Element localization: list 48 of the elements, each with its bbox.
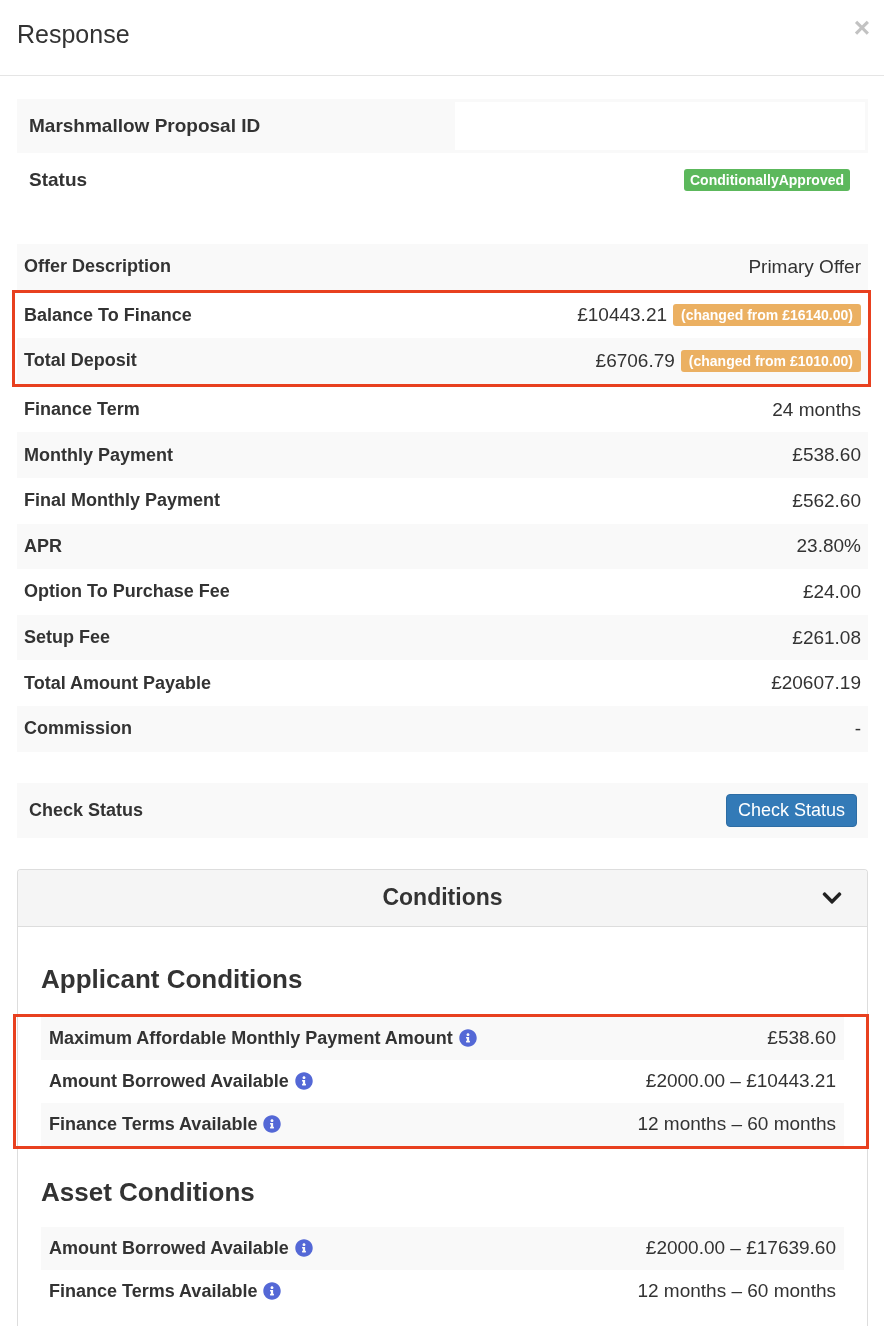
row-label: Status bbox=[28, 168, 89, 192]
row-value: 24 months bbox=[772, 398, 861, 421]
row-label: Total Deposit bbox=[24, 350, 137, 372]
row-label: Monthly Payment bbox=[24, 444, 174, 466]
row-value: £261.08 bbox=[792, 626, 861, 649]
row-label: Commission bbox=[24, 718, 133, 740]
section-title: Asset Conditions bbox=[41, 1176, 256, 1207]
conditions-toggle[interactable]: Conditions bbox=[18, 869, 867, 927]
row-label: Offer Description bbox=[24, 256, 172, 278]
row-value: 23.80% bbox=[796, 535, 861, 558]
row-value: £2000.00 – £17639.60 bbox=[645, 1237, 836, 1260]
row-label: Amount Borrowed Available bbox=[49, 1237, 289, 1259]
row-label: Finance Terms Available bbox=[49, 1280, 258, 1302]
row-label: Check Status bbox=[29, 799, 144, 821]
row-value: £2000.00 – £10443.21 bbox=[645, 1070, 836, 1093]
section-title: Applicant Conditions bbox=[41, 963, 304, 994]
row-label: Total Amount Payable bbox=[24, 672, 212, 694]
changed-badge: (changed from £1010.00) bbox=[680, 350, 861, 372]
row-label: APR bbox=[24, 535, 62, 557]
info-icon[interactable] bbox=[294, 1072, 313, 1091]
changed-badge: (changed from £16140.00) bbox=[673, 304, 861, 327]
row-value: £562.60 bbox=[792, 489, 861, 512]
info-icon[interactable] bbox=[263, 1282, 282, 1301]
dialog-title: Response bbox=[17, 18, 130, 49]
row-value: £6706.79 bbox=[595, 350, 675, 372]
info-icon[interactable] bbox=[294, 1239, 313, 1258]
status-badge: ConditionallyApproved bbox=[684, 169, 850, 191]
row-value: £538.60 bbox=[767, 1027, 836, 1050]
row-label: Balance To Finance bbox=[24, 304, 192, 326]
row-value: £24.00 bbox=[802, 580, 861, 603]
row-label: Option To Purchase Fee bbox=[24, 581, 230, 603]
row-value: £10443.21 bbox=[577, 304, 668, 327]
row-value: Primary Offer bbox=[748, 255, 861, 278]
row-label: Final Monthly Payment bbox=[24, 490, 221, 512]
row-value: - bbox=[854, 717, 861, 740]
row-label: Maximum Affordable Monthly Payment Amount bbox=[49, 1027, 453, 1049]
row-value: 12 months – 60 months bbox=[637, 1113, 836, 1136]
info-icon[interactable] bbox=[458, 1029, 477, 1048]
row-value: £20607.19 bbox=[771, 672, 861, 695]
row-value: 12 months – 60 months bbox=[637, 1280, 836, 1303]
row-label: Finance Term bbox=[24, 399, 140, 421]
row-label: Finance Terms Available bbox=[49, 1113, 258, 1135]
info-icon[interactable] bbox=[263, 1115, 282, 1134]
row-label: Marshmallow Proposal ID bbox=[28, 114, 262, 138]
check-status-button[interactable]: Check Status bbox=[725, 793, 857, 827]
row-label: Amount Borrowed Available bbox=[49, 1070, 289, 1092]
row-value: £538.60 bbox=[792, 444, 861, 467]
row-label: Setup Fee bbox=[24, 627, 111, 649]
